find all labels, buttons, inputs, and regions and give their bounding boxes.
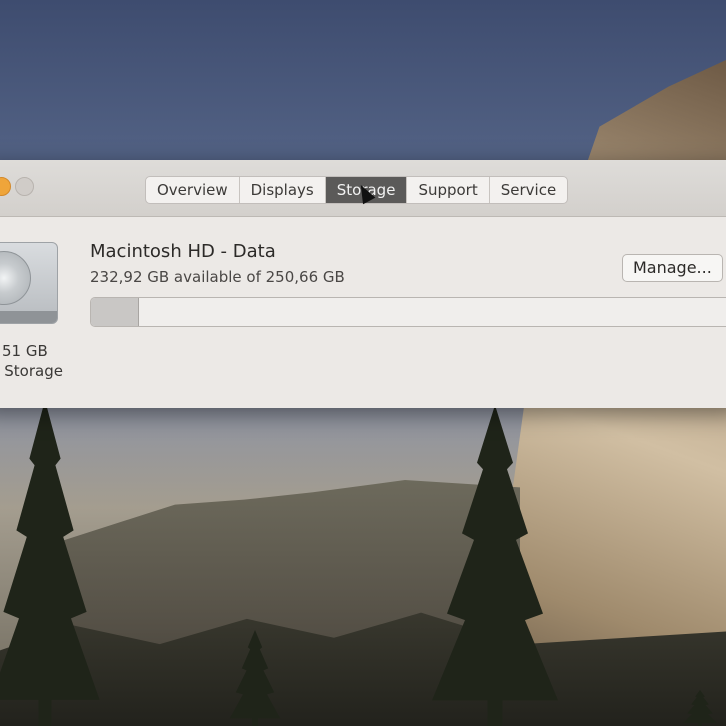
minimize-button[interactable] [0, 177, 11, 196]
storage-used-segment [91, 298, 139, 326]
tab-displays[interactable]: Displays [240, 177, 326, 203]
storage-usage-bar [90, 297, 726, 327]
tab-service[interactable]: Service [490, 177, 567, 203]
manage-button[interactable]: Manage... [622, 254, 723, 282]
window-titlebar: Overview Displays Storage Support Servic… [0, 160, 726, 217]
tab-support[interactable]: Support [407, 177, 490, 203]
volume-availability: 232,92 GB available of 250,66 GB [90, 268, 345, 286]
drive-base [0, 311, 57, 323]
hard-drive-icon [0, 242, 58, 324]
disk-kind-label: n Storage [0, 362, 63, 380]
about-this-mac-window: Overview Displays Storage Support Servic… [0, 160, 726, 408]
tab-overview[interactable]: Overview [146, 177, 240, 203]
desktop-screen: Overview Displays Storage Support Servic… [0, 0, 726, 726]
disk-size-label: 51 GB [2, 342, 48, 360]
zoom-button[interactable] [15, 177, 34, 196]
drive-platter [0, 251, 31, 305]
volume-name: Macintosh HD - Data [90, 241, 276, 262]
